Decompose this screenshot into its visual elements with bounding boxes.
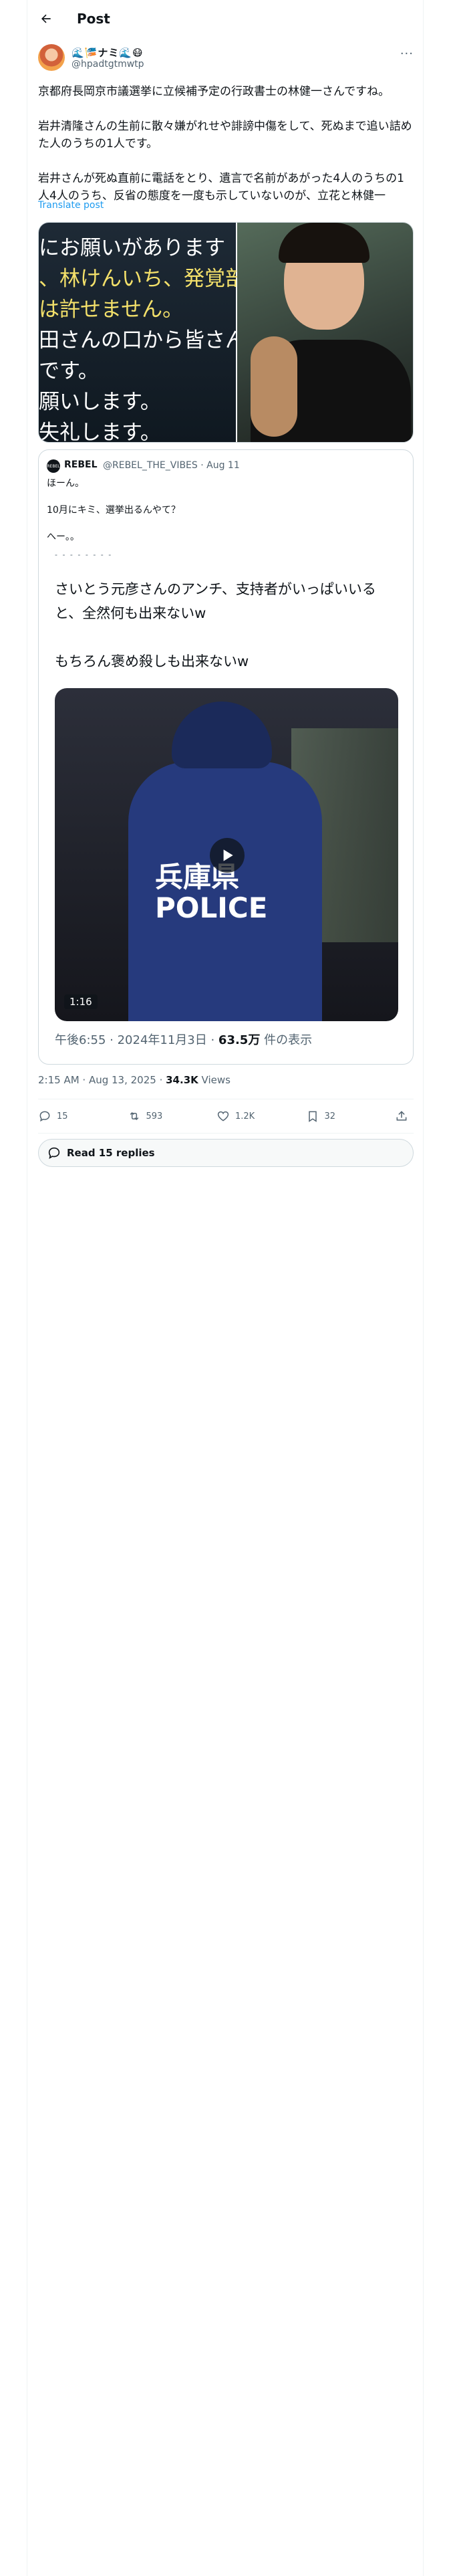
reply-icon [39,1111,50,1122]
page-title: Post [77,11,110,27]
embedded-text: さいとう元彦さんのアンチ、支持者がいっぱいいると、全然何も出来ないw もちろん褒… [55,577,402,697]
photo-person-hair [279,223,369,263]
media-text-line: にお願いがあります [39,236,225,260]
embedded-meta: 午後6:55 · 2024年11月3日 · 63.5万 件の表示 [55,1031,312,1048]
embedded-text-line: さいとう元彦さんのアンチ、支持者がいっぱいいると、全然何も出来ないw [55,581,376,621]
read-replies-label: Read 15 replies [67,1147,155,1159]
embedded-meta-views: 63.5万 [218,1033,261,1047]
embedded-meta-views-label: 件の表示 [260,1033,313,1047]
like-button[interactable]: 1.2K [216,1109,277,1123]
quoted-embedded-screenshot: - - - - - - - - さいとう元彦さんのアンチ、支持者がいっぱいいると… [47,550,406,1059]
post-text: 京都府長岡京市議選挙に立候補予定の行政書士の林健一さんですね。 岩井清隆さんの生… [38,83,414,205]
top-bar: Post [27,0,424,37]
play-icon [223,849,233,861]
post-timestamp[interactable]: 2:15 AM · Aug 13, 2025 · [38,1074,166,1086]
like-count: 1.2K [235,1111,255,1121]
author-display-name[interactable]: 🌊🎏ナミ🌊😷 [71,45,144,60]
post-meta: 2:15 AM · Aug 13, 2025 · 34.3K Views [38,1074,231,1086]
back-button[interactable] [34,7,58,31]
media-text-line: です。 [39,359,99,383]
quoted-post[interactable]: REBEL REBEL @REBEL_THE_VIBES · Aug 11 ほー… [38,449,414,1065]
main-column: Post 🌊🎏ナミ🌊😷 @hpadtgtmwtp ··· 京都府長岡京市議選挙に… [27,0,424,2576]
post-media[interactable]: にお願いがあります 、林けんいち、発覚部 は許せません。 田さんの口から皆さん … [38,222,414,443]
media-image-right[interactable] [237,223,413,442]
arrow-left-icon [41,14,51,23]
reply-button[interactable]: 15 [38,1109,98,1123]
more-options-icon[interactable]: ··· [400,47,414,61]
avatar[interactable] [38,44,65,71]
bookmark-button[interactable]: 32 [306,1109,366,1123]
share-icon [396,1111,407,1121]
embedded-text-line: もちろん褒め殺しも出来ないw [55,653,249,669]
author-handle[interactable]: @hpadtgtmwtp [71,59,144,70]
embedded-video[interactable]: 兵庫県 POLICE 1:16 [55,688,398,1021]
bookmark-count: 32 [324,1111,336,1121]
repost-icon [130,1111,138,1121]
translate-post-link[interactable]: Translate post [38,200,104,211]
video-duration: 1:16 [64,994,98,1009]
heart-icon [217,1111,229,1121]
repost-button[interactable]: 593 [128,1109,188,1123]
read-replies-button[interactable]: Read 15 replies [38,1139,414,1167]
video-officer-cap [172,702,272,768]
quoted-text-line: へー。。 [47,532,80,542]
reply-count: 15 [57,1111,68,1121]
media-text-line: は許せません。 [39,298,184,322]
quoted-author-name: REBEL [64,459,98,470]
speech-bubble-icon [48,1147,60,1159]
media-text-line: 失礼します。 [39,421,161,443]
photo-rabbit [251,336,297,437]
bookmark-icon [308,1111,317,1122]
quoted-text-line: ほーん。 [47,478,84,489]
divider [38,1133,414,1134]
quoted-text: ほーん。 10月にキミ、選挙出るんやて？ へー。。 [47,477,401,557]
cropped-edge: - - - - - - - - [55,550,113,559]
embedded-meta-time: 午後6:55 · 2024年11月3日 · [55,1033,218,1047]
quoted-avatar: REBEL [47,459,60,473]
share-button[interactable] [395,1109,414,1123]
quoted-handle-date: @REBEL_THE_VIBES · Aug 11 [103,460,240,471]
play-button[interactable] [210,838,245,873]
media-text-line: 願いします。 [39,390,161,414]
media-text-line: 、林けんいち、発覚部 [39,267,246,291]
quoted-text-line: 10月にキミ、選挙出るんやて？ [47,505,180,516]
post-paragraph: 京都府長岡京市議選挙に立候補予定の行政書士の林健一さんですね。 [38,85,390,98]
media-image-left[interactable]: にお願いがあります 、林けんいち、発覚部 は許せません。 田さんの口から皆さん … [39,223,246,443]
views-label: Views [198,1074,231,1086]
views-count: 34.3K [166,1074,198,1086]
repost-count: 593 [146,1111,163,1121]
police-sign: 兵庫県 POLICE [155,861,268,924]
action-bar: 15 593 1.2K 32 [38,1099,414,1133]
post-paragraph: 岩井清隆さんの生前に散々嫌がれせや誹謗中傷をして、死ぬまで追い詰めた人のうちの1… [38,120,412,150]
media-text-line: 田さんの口から皆さん [39,328,246,352]
post-author: 🌊🎏ナミ🌊😷 @hpadtgtmwtp ··· [38,44,414,74]
